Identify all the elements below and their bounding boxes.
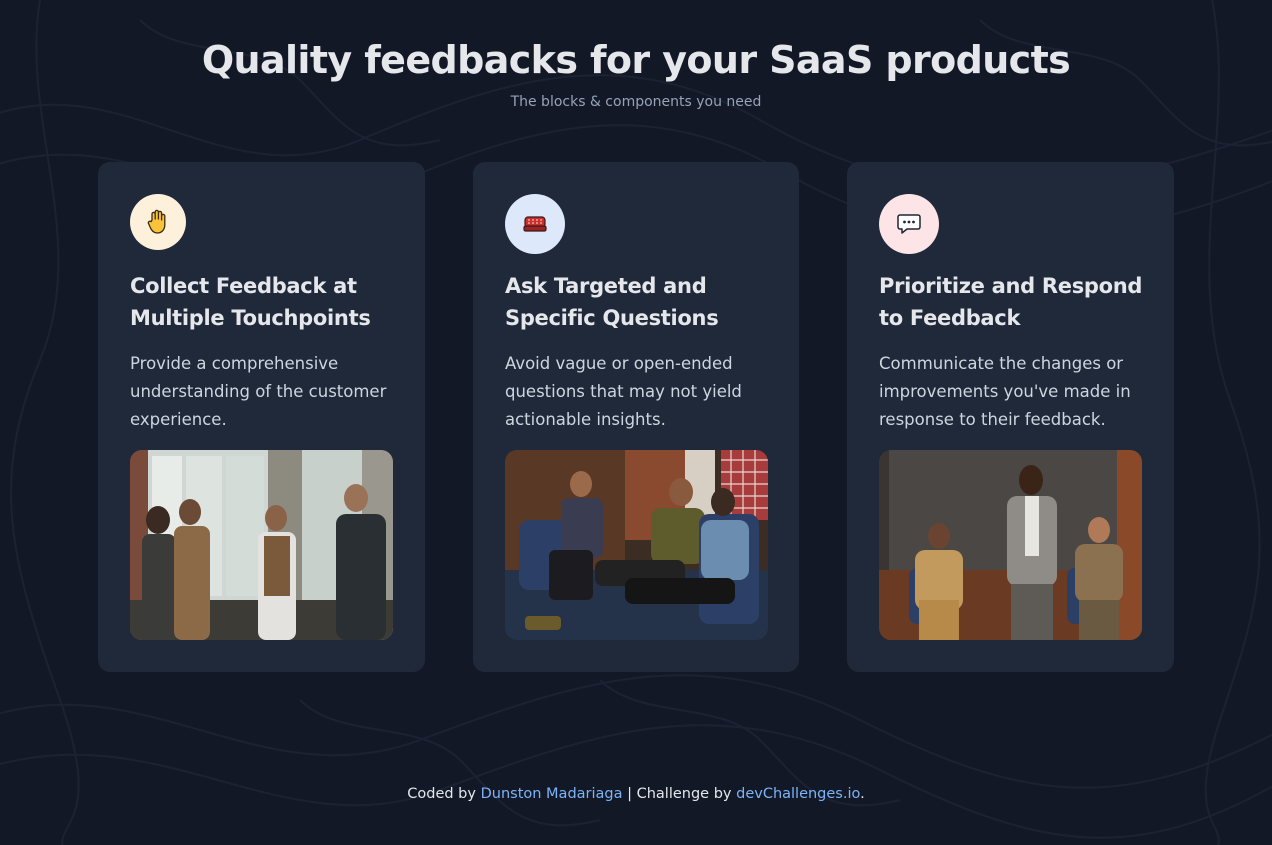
feature-card: Prioritize and Respond to Feedback Commu…: [847, 162, 1174, 672]
page: Quality feedbacks for your SaaS products…: [0, 0, 1272, 845]
audience-seats-icon: [505, 194, 565, 254]
footer-prefix: Coded by: [407, 786, 481, 802]
speech-bubble-icon: [879, 194, 939, 254]
speaker-panel-photo: [879, 450, 1142, 640]
feature-card: Ask Targeted and Specific Questions Avoi…: [473, 162, 799, 672]
card-description: Provide a comprehensive understanding of…: [130, 354, 387, 429]
card-title: Prioritize and Respond to Feedback: [879, 274, 1143, 330]
card-title: Ask Targeted and Specific Questions: [505, 274, 719, 330]
page-subtitle: The blocks & components you need: [510, 94, 762, 110]
feature-card: Collect Feedback at Multiple Touchpoints…: [98, 162, 425, 672]
card-title: Collect Feedback at Multiple Touchpoints: [130, 274, 371, 330]
footer: Coded by Dunston Madariaga | Challenge b…: [0, 786, 1272, 802]
author-link[interactable]: Dunston Madariaga: [481, 786, 623, 802]
seated-group-discussion-photo: [505, 450, 768, 640]
raised-hand-icon: [130, 194, 186, 250]
footer-suffix: .: [860, 786, 865, 802]
card-description: Communicate the changes or improvements …: [879, 354, 1131, 429]
page-title: Quality feedbacks for your SaaS products: [201, 38, 1071, 82]
card-description: Avoid vague or open-ended questions that…: [505, 354, 742, 429]
people-standing-discussion-photo: [130, 450, 393, 640]
footer-separator: | Challenge by: [622, 786, 737, 802]
challenge-link[interactable]: devChallenges.io: [736, 786, 860, 802]
